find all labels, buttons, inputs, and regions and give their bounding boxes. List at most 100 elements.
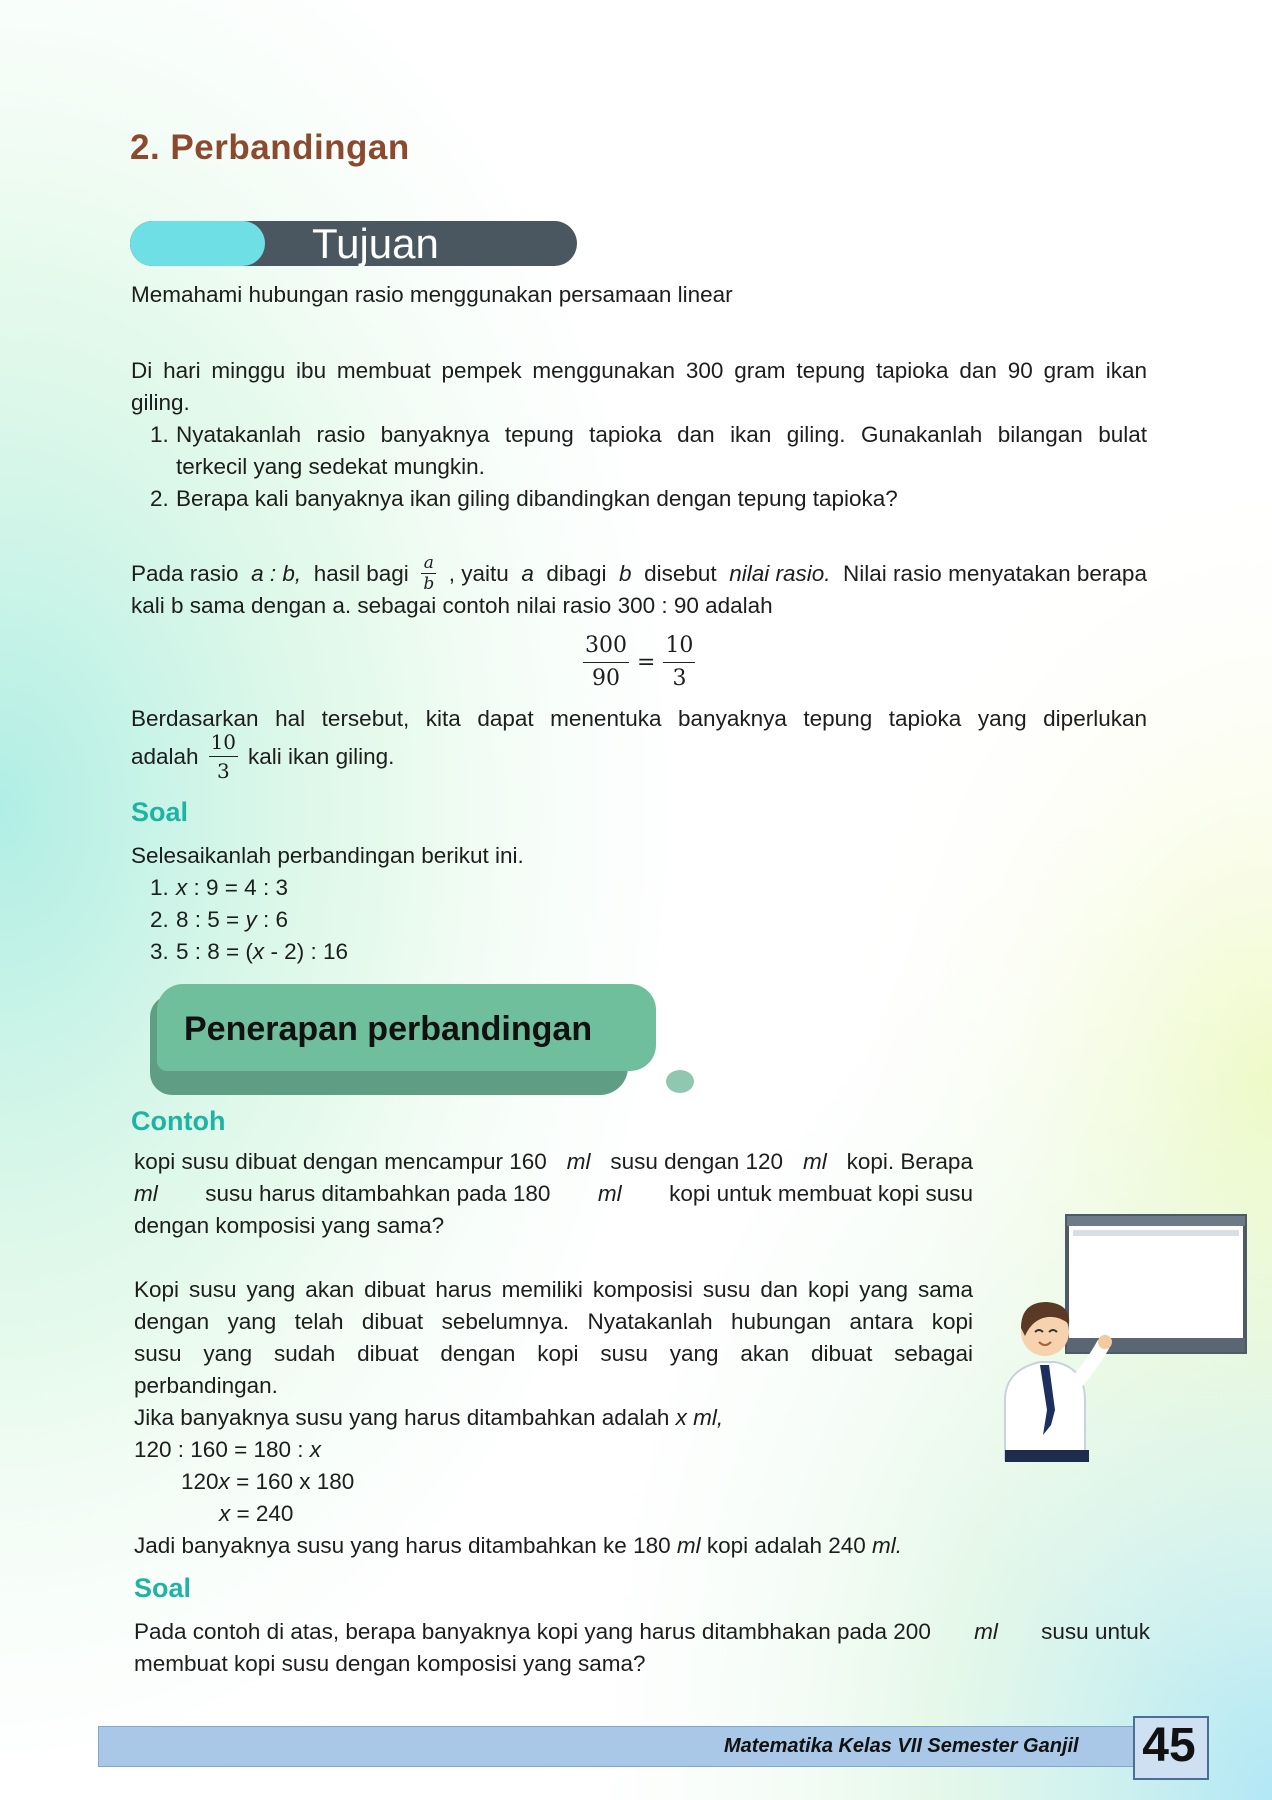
whiteboard-titlebar <box>1067 1216 1245 1226</box>
ratio-equation: 300 90 = 10 3 <box>583 630 696 695</box>
text: disebut <box>644 560 717 586</box>
tujuan-pill: Tujuan <box>130 221 577 266</box>
text-line: perbandingan. <box>134 1373 278 1398</box>
text: nilai rasio. <box>729 560 831 586</box>
list-text: Nyatakanlah rasio banyaknya tepung tapio… <box>176 422 1147 447</box>
contoh-answer: Kopi susu yang akan dibuat harus memilik… <box>134 1274 973 1562</box>
text: kopi untuk membuat kopi susu <box>669 1181 973 1206</box>
text: Pada rasio <box>131 560 239 586</box>
fraction-numerator: a <box>421 553 437 574</box>
list-text: - 2) : 16 <box>270 939 348 964</box>
soal2-text: Pada contoh di atas, berapa banyaknya ko… <box>134 1616 1150 1680</box>
list-text: terkecil yang sedekat mungkin. <box>176 454 485 479</box>
unit: ml <box>802 1149 827 1174</box>
ratio-paragraph-line1: Pada rasio a : b, hasil bagi a b , yaitu… <box>131 553 1147 594</box>
banner-title: Penerapan perbandingan <box>184 1010 593 1048</box>
soal-heading: Soal <box>131 797 189 827</box>
variable: x <box>252 939 265 964</box>
trousers <box>1005 1450 1089 1462</box>
problem-intro-line: Di hari minggu ibu membuat pempek menggu… <box>131 358 1147 383</box>
contoh-heading: Contoh <box>131 1106 226 1136</box>
list-number: 1. <box>150 422 169 447</box>
variable: y <box>245 907 257 932</box>
text-line: Pada contoh di atas, berapa banyaknya ko… <box>134 1616 1150 1648</box>
variable: x ml, <box>675 1405 724 1430</box>
text-line: susu yang sudah dibuat dengan kopi susu … <box>134 1341 973 1366</box>
problem-intro: Di hari minggu ibu membuat pempek menggu… <box>131 355 1147 419</box>
fraction-numerator: 300 <box>583 630 629 663</box>
ratio-paragraph-line2: kali b sama dengan a. sebagai contoh nil… <box>131 593 773 618</box>
list-number: 2. <box>150 907 169 932</box>
tujuan-pill-accent <box>130 221 265 266</box>
text-line: membuat kopi susu dengan komposisi yang … <box>134 1651 646 1676</box>
text-line: Kopi susu yang akan dibuat harus memilik… <box>134 1277 973 1302</box>
soal-list: 1. x : 9 = 4 : 3 2. 8 : 5 = y : 6 3. 5 : 8 … <box>150 872 348 968</box>
equation-line: x = 240 <box>134 1498 973 1530</box>
text: kopi adalah 240 <box>706 1533 866 1558</box>
list-text: 8 : 5 = <box>176 907 240 932</box>
variable: x <box>219 1501 231 1526</box>
text: Jadi banyaknya susu yang harus ditambahk… <box>134 1533 671 1558</box>
text: = 160 x 180 <box>236 1469 355 1494</box>
list-item: 1. x : 9 = 4 : 3 <box>150 872 348 904</box>
whiteboard-menu <box>1073 1230 1239 1236</box>
tujuan-label: Tujuan <box>312 221 439 266</box>
fraction-300-90: 300 90 <box>583 630 629 695</box>
text: Pada contoh di atas, berapa banyaknya ko… <box>134 1619 931 1644</box>
text: a <box>521 560 534 586</box>
fraction-a-b: a b <box>421 553 437 594</box>
fraction-10-3: 10 3 <box>663 630 696 695</box>
list-text: : 6 <box>262 907 288 932</box>
list-text: : 9 = 4 : 3 <box>193 875 288 900</box>
text-line: Jika banyaknya susu yang harus ditambahk… <box>134 1402 973 1434</box>
text: susu dengan 120 <box>610 1149 784 1174</box>
text: kopi susu dibuat dengan mencampur 160 <box>134 1149 547 1174</box>
equation-line: 120x = 160 x 180 <box>134 1466 973 1498</box>
text: a : b, <box>251 560 302 586</box>
text: susu harus ditambahkan pada 180 <box>205 1181 551 1206</box>
whiteboard <box>1065 1214 1247 1354</box>
text: Nilai rasio menyatakan berapa <box>843 560 1147 586</box>
unit: ml <box>134 1181 158 1206</box>
hand <box>1098 1335 1112 1349</box>
text: kali ikan giling. <box>248 743 395 769</box>
list-item: 2. Berapa kali banyaknya ikan giling dib… <box>150 483 1147 515</box>
text: Jika banyaknya susu yang harus ditambahk… <box>134 1405 670 1430</box>
fraction-numerator: 10 <box>208 728 239 757</box>
fraction-numerator: 10 <box>663 630 696 663</box>
list-item: 3. 5 : 8 = (x - 2) : 16 <box>150 936 348 968</box>
fraction-denominator: 3 <box>672 666 687 691</box>
problem-intro-line: giling. <box>131 390 190 415</box>
text: 120 : 160 = 180 : <box>134 1437 304 1462</box>
ratio-paragraph2-line2: adalah 10 3 kali ikan giling. <box>131 728 394 785</box>
list-item: 1. Nyatakanlah rasio banyaknya tepung ta… <box>150 419 1147 483</box>
unit: ml <box>676 1533 701 1558</box>
list-number: 2. <box>150 486 169 511</box>
text: adalah <box>131 743 199 769</box>
unit: ml <box>974 1619 998 1644</box>
equation-line: 120 : 160 = 180 : x <box>134 1434 973 1466</box>
list-item: 2. 8 : 5 = y : 6 <box>150 904 348 936</box>
teacher-illustration <box>1004 1214 1247 1462</box>
text-line: kopi susu dibuat dengan mencampur 160 ml… <box>134 1146 973 1178</box>
list-number: 3. <box>150 939 169 964</box>
soal-heading: Soal <box>134 1573 192 1603</box>
problem-list: 1. Nyatakanlah rasio banyaknya tepung ta… <box>150 419 1147 515</box>
soal-intro: Selesaikanlah perbandingan berikut ini. <box>131 843 524 868</box>
footer-book-title: Matematika Kelas VII Semester Ganjil <box>724 1735 1079 1757</box>
text: b <box>619 560 632 586</box>
variable: x <box>309 1437 322 1462</box>
unit: ml <box>597 1181 622 1206</box>
list-number: 1. <box>150 875 169 900</box>
equals-sign: = <box>637 649 656 675</box>
text: hasil bagi <box>313 560 409 586</box>
variable: x <box>218 1469 230 1494</box>
decorative-dot <box>666 1070 694 1093</box>
list-text: Berapa kali banyaknya ikan giling diband… <box>176 486 898 511</box>
contoh-question: kopi susu dibuat dengan mencampur 160 ml… <box>134 1146 973 1242</box>
unit: ml <box>566 1149 591 1174</box>
list-text: 5 : 8 = ( <box>176 939 253 964</box>
text: dibagi <box>546 560 607 586</box>
text-line: Jadi banyaknya susu yang harus ditambahk… <box>134 1530 973 1562</box>
unit: ml. <box>872 1533 903 1558</box>
